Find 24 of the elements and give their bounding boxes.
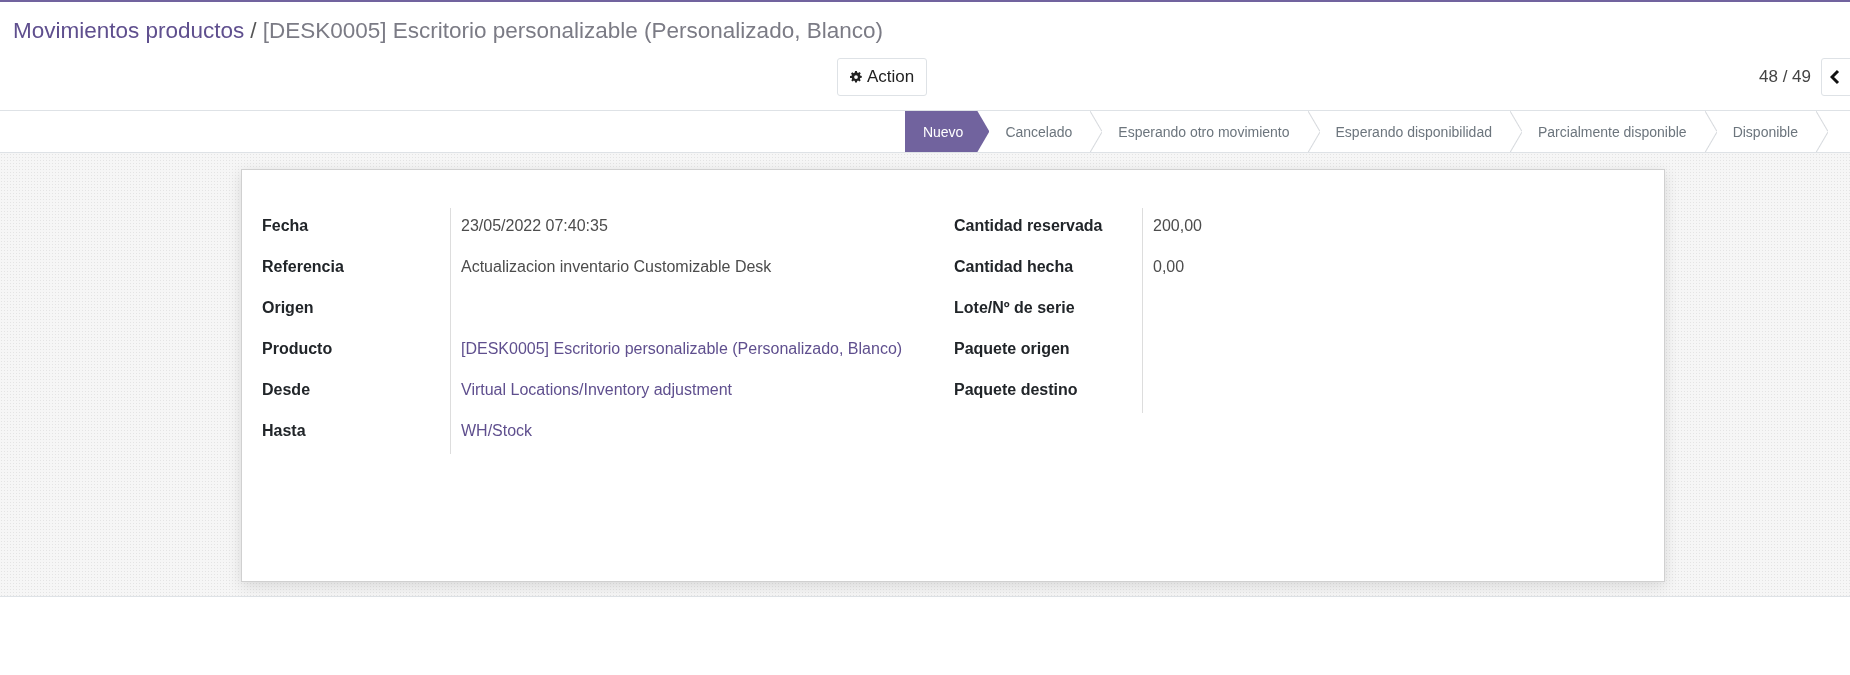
- field-value: Actualizacion inventario Customizable Desk: [461, 258, 772, 275]
- field-label: Cantidad hecha: [954, 257, 1075, 277]
- field-link[interactable]: Virtual Locations/Inventory adjustment: [461, 381, 732, 398]
- field-label: Referencia: [262, 257, 345, 277]
- field-link[interactable]: WH/Stock: [461, 422, 533, 439]
- field-label: Paquete origen: [954, 339, 1071, 359]
- breadcrumb-link[interactable]: Movimientos productos: [13, 16, 245, 46]
- field-label: Paquete destino: [954, 380, 1079, 400]
- action-button[interactable]: Action: [837, 58, 928, 96]
- field-label: Origen: [262, 298, 315, 318]
- field-label: Lote/Nº de serie: [954, 298, 1076, 318]
- breadcrumb-separator: /: [250, 17, 257, 45]
- field-label: Hasta: [262, 421, 307, 441]
- status-step[interactable]: Nuevo: [904, 111, 990, 152]
- pager-counter: 48 / 49: [1759, 66, 1811, 88]
- field-link[interactable]: [DESK0005] Escritorio personalizable (Personalizado, Blanco): [461, 340, 903, 357]
- field-value: 200,00: [1153, 217, 1202, 234]
- field-label: Cantidad reservada: [954, 216, 1104, 236]
- record-title: [DESK0005] Escritorio personalizable (Personalizado, Blanco): [262, 17, 883, 45]
- field-value: 0,00: [1153, 258, 1185, 275]
- field-label: Producto: [262, 339, 334, 359]
- field-label: Desde: [262, 380, 312, 400]
- field-label: Fecha: [262, 216, 310, 236]
- field-value: 23/05/2022 07:40:35: [461, 217, 608, 234]
